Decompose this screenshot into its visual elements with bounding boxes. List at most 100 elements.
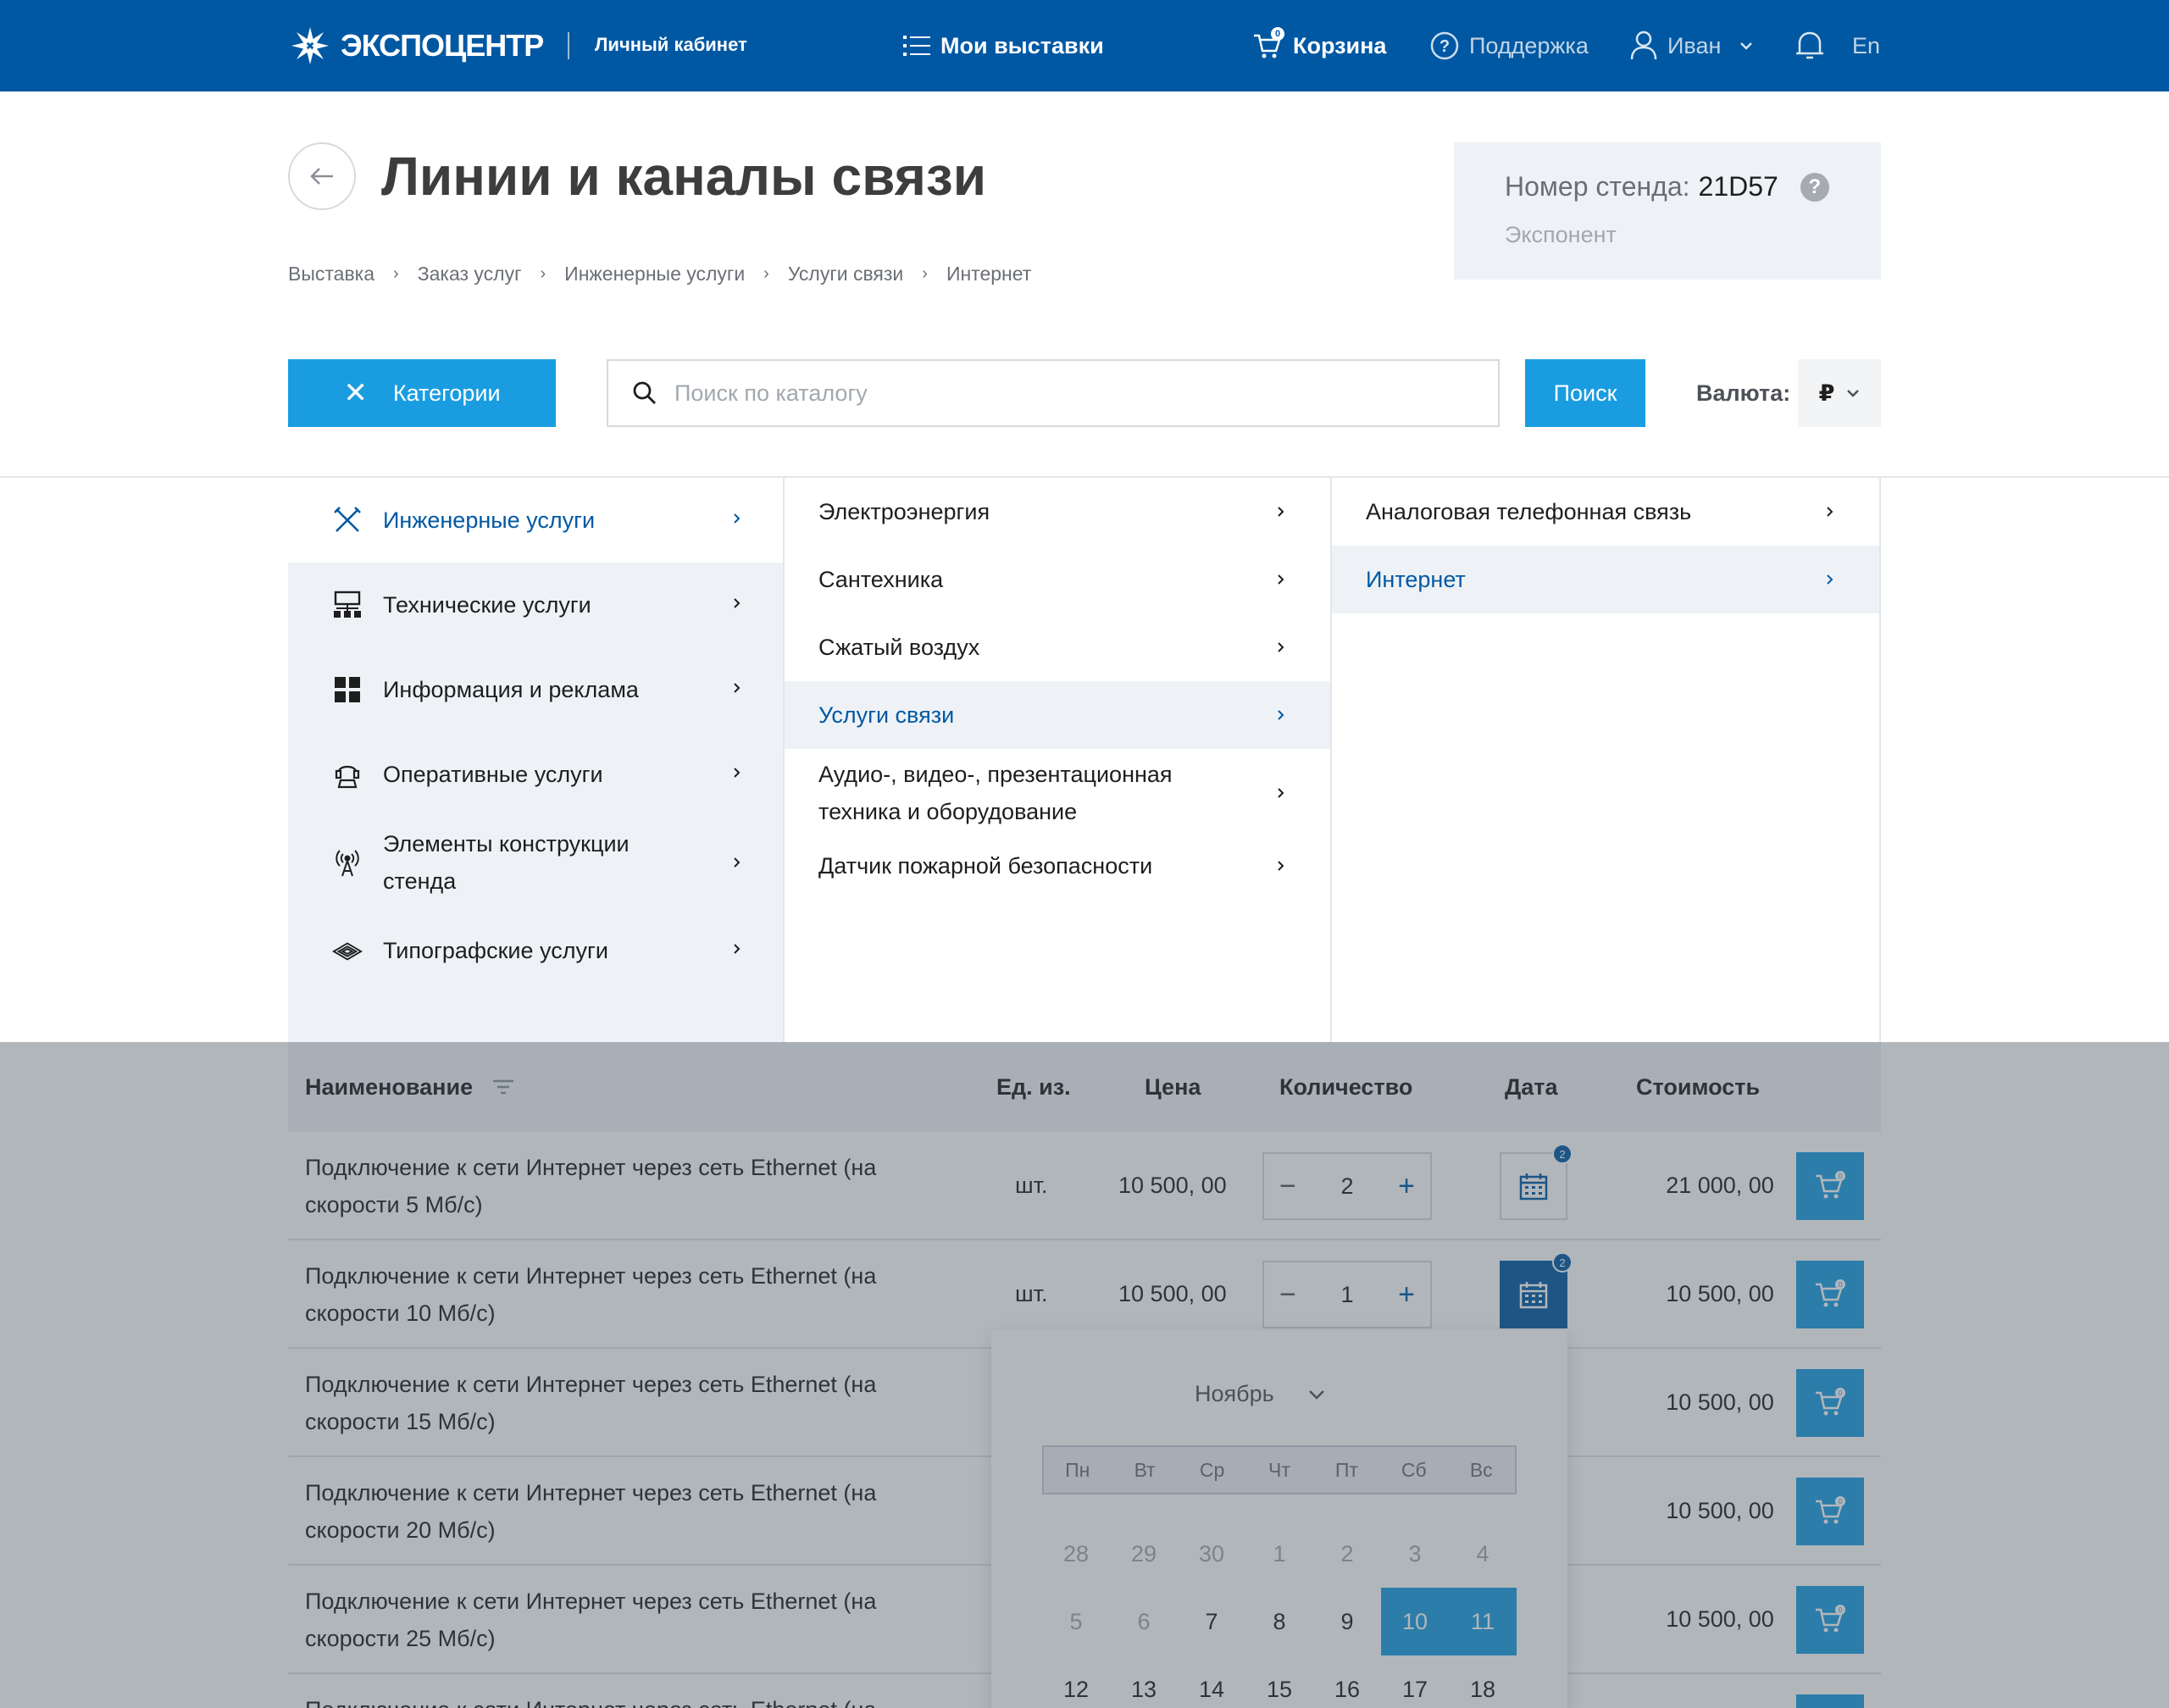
breadcrumb-separator-icon: ›	[922, 264, 928, 283]
chevron-right-icon	[734, 768, 741, 778]
categories-menu: Инженерные услуги Технические услуги Инф…	[288, 478, 1881, 1042]
chevron-right-icon	[734, 857, 741, 868]
cabinet-label: Личный кабинет	[595, 34, 747, 55]
support-label: Поддержка	[1469, 32, 1589, 58]
svg-text:?: ?	[1440, 37, 1450, 56]
search-icon	[633, 381, 656, 404]
breadcrumb-item[interactable]: Инженерные услуги	[564, 263, 745, 286]
submenu-item-electricity[interactable]: Электроэнергия	[785, 478, 1330, 546]
chevron-right-icon	[734, 598, 741, 608]
currency-value: ₽	[1818, 380, 1835, 406]
submenu-item-label: Электроэнергия	[818, 499, 990, 524]
top-navigation-bar: ЭКСПОЦЕНТР Личный кабинет Мои выставки 0…	[0, 0, 2169, 92]
chevron-right-icon	[734, 944, 741, 954]
notifications-button[interactable]	[1795, 27, 1835, 64]
breadcrumb-separator-icon: ›	[393, 264, 399, 283]
menu-level-2: Электроэнергия Сантехника Сжатый воздух …	[783, 478, 1330, 1042]
stand-number-line: Номер стенда: 21D57 ?	[1505, 171, 1829, 202]
menu-item-label: Технические услуги	[383, 592, 591, 618]
my-exhibitions-label: Мои выставки	[940, 32, 1104, 58]
list-icon	[903, 36, 930, 56]
submenu-item-audio-video[interactable]: Аудио-, видео-, презентационная техника …	[785, 749, 1330, 839]
logo-star-icon	[291, 27, 329, 64]
help-circle-icon: ?	[1430, 31, 1459, 60]
operator-icon	[332, 759, 363, 790]
breadcrumb-item[interactable]: Выставка	[288, 263, 374, 286]
menu-item-stand-elements[interactable]: Элементы конструкции стенда	[288, 817, 783, 908]
menu-item-engineering[interactable]: Инженерные услуги	[288, 478, 783, 563]
page-title: Линии и каналы связи	[381, 146, 987, 207]
bell-icon	[1796, 31, 1823, 59]
categories-label: Категории	[392, 380, 501, 406]
submenu-item-label: Услуги связи	[818, 702, 955, 728]
menu-item-label: Инженерные услуги	[383, 507, 596, 533]
menu-item-info-ads[interactable]: Информация и реклама	[288, 647, 783, 732]
arrow-left-icon	[310, 168, 333, 185]
breadcrumb-separator-icon: ›	[540, 264, 546, 283]
close-icon: ✕	[343, 377, 368, 409]
menu-item-label: Информация и реклама	[383, 677, 639, 702]
submenu-item-compressed-air[interactable]: Сжатый воздух	[785, 613, 1330, 681]
breadcrumb: Выставка › Заказ услуг › Инженерные услу…	[288, 263, 1031, 286]
chevron-right-icon	[734, 513, 741, 524]
chevron-down-icon	[1740, 42, 1753, 50]
my-exhibitions-link[interactable]: Мои выставки	[903, 27, 1104, 64]
breadcrumb-separator-icon: ›	[763, 264, 769, 283]
grid-icon	[332, 674, 363, 705]
chevron-right-icon	[1278, 710, 1284, 720]
stand-info-card: Номер стенда: 21D57 ? Экспонент	[1454, 142, 1881, 280]
menu-item-operative[interactable]: Оперативные услуги	[288, 732, 783, 817]
submenu-item-label: Аудио-, видео-, презентационная техника …	[818, 762, 1173, 824]
submenu-item-analog-phone[interactable]: Аналоговая телефонная связь	[1332, 478, 1879, 546]
currency-label: Валюта:	[1696, 380, 1791, 406]
categories-button[interactable]: ✕ Категории	[288, 359, 556, 427]
menu-level-1: Инженерные услуги Технические услуги Инф…	[288, 478, 783, 1042]
menu-item-technical[interactable]: Технические услуги	[288, 563, 783, 647]
network-icon	[332, 590, 363, 620]
submenu-item-label: Датчик пожарной безопасности	[818, 853, 1153, 879]
user-name: Иван	[1667, 32, 1722, 58]
language-switch[interactable]: En	[1852, 27, 1880, 64]
submenu-item-plumbing[interactable]: Сантехника	[785, 546, 1330, 613]
breadcrumb-item[interactable]: Услуги связи	[788, 263, 903, 286]
chevron-right-icon	[1278, 861, 1284, 871]
chevron-right-icon	[1278, 574, 1284, 585]
chevron-right-icon	[1278, 788, 1284, 798]
chevron-right-icon	[1827, 574, 1833, 585]
menu-item-label: Оперативные услуги	[383, 762, 603, 787]
menu-item-printing[interactable]: Типографские услуги	[288, 908, 783, 993]
cart-label: Корзина	[1293, 32, 1387, 58]
user-menu[interactable]: Иван	[1630, 27, 1763, 64]
breadcrumb-item-current: Интернет	[946, 263, 1032, 285]
tools-icon	[332, 505, 363, 535]
stand-help-icon[interactable]: ?	[1800, 172, 1829, 202]
submenu-item-label: Сантехника	[818, 567, 944, 592]
modal-backdrop[interactable]	[0, 1042, 2169, 1708]
submenu-item-label: Аналоговая телефонная связь	[1366, 499, 1692, 524]
expocentre-logo[interactable]: ЭКСПОЦЕНТР	[288, 24, 544, 68]
menu-level-3: Аналоговая телефонная связь Интернет	[1330, 478, 1881, 1042]
header-divider	[568, 32, 569, 59]
submenu-item-label: Интернет	[1366, 567, 1466, 592]
chevron-right-icon	[1827, 507, 1833, 517]
stand-label: Номер стенда:	[1505, 171, 1690, 202]
logo-text: ЭКСПОЦЕНТР	[341, 28, 544, 63]
chevron-right-icon	[1278, 507, 1284, 517]
search-input[interactable]	[674, 380, 1437, 407]
cart-link[interactable]: 0 Корзина	[1252, 27, 1386, 64]
submenu-item-fire-sensor[interactable]: Датчик пожарной безопасности	[785, 839, 1330, 907]
menu-item-label: Элементы конструкции стенда	[383, 831, 630, 894]
submenu-item-communication[interactable]: Услуги связи	[785, 681, 1330, 749]
cart-icon: 0	[1252, 27, 1284, 61]
back-button[interactable]	[288, 142, 356, 210]
stand-number: 21D57	[1698, 171, 1778, 202]
chevron-right-icon	[1278, 642, 1284, 652]
stand-role: Экспонент	[1505, 222, 1617, 247]
breadcrumb-item[interactable]: Заказ услуг	[418, 263, 522, 286]
submenu-item-internet[interactable]: Интернет	[1332, 546, 1879, 613]
currency-select[interactable]: ₽	[1798, 359, 1881, 427]
search-button[interactable]: Поиск	[1525, 359, 1645, 427]
chevron-right-icon	[734, 683, 741, 693]
menu-item-label: Типографские услуги	[383, 938, 608, 963]
support-link[interactable]: ? Поддержка	[1430, 27, 1589, 64]
